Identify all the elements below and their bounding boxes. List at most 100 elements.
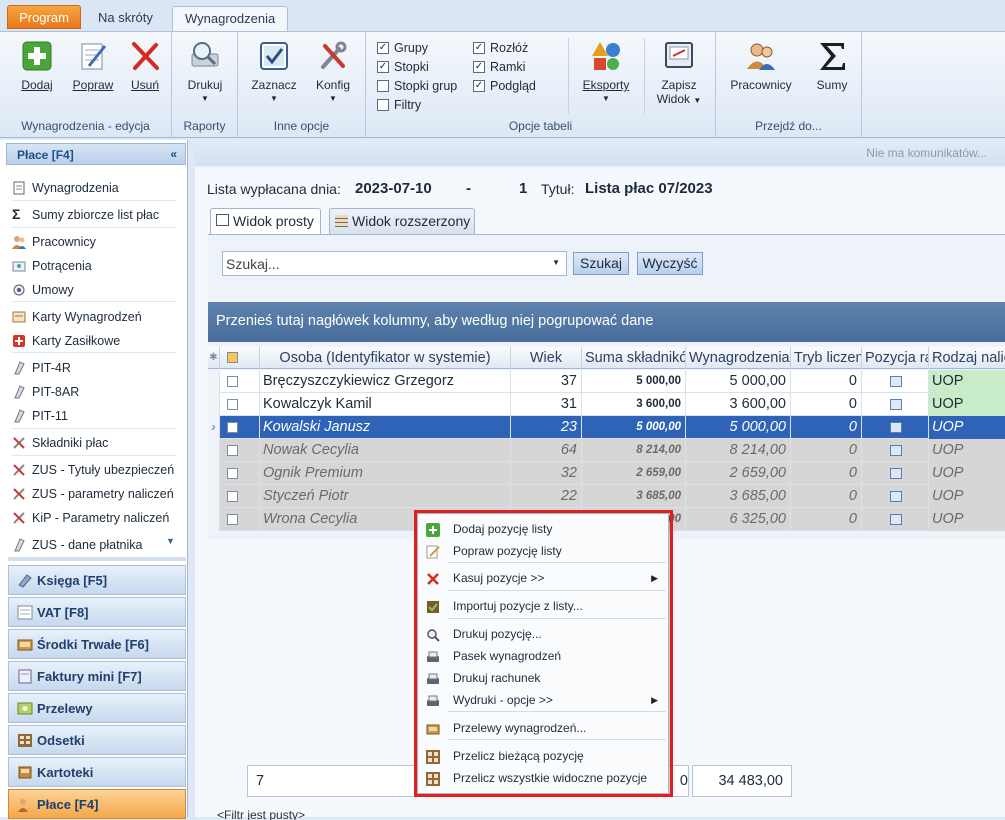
row-checkbox-cell[interactable] [220,416,260,439]
context-menu-item[interactable]: Przelewy wynagrodzeń... [418,717,668,739]
sidebar-item-zus-tytuly[interactable]: ZUS - Tytuły ubezpieczeń [12,460,174,480]
section-przelewy[interactable]: Przelewy [8,693,186,723]
context-menu-item[interactable]: Dodaj pozycję listy [418,518,668,540]
sidebar-item-umowy[interactable]: Umowy [12,280,74,300]
sidebar-item-pit-4r[interactable]: PIT-4R [12,358,71,378]
row-checkbox-cell[interactable] [220,370,260,393]
section-faktury-mini[interactable]: Faktury mini [F7] [8,661,186,691]
section-srodki-trwale[interactable]: Środki Trwałe [F6] [8,629,186,659]
context-menu-item[interactable]: Przelicz wszystkie widoczne pozycje [418,767,668,789]
save-view-button[interactable]: Zapisz Widok ▼ [648,40,710,106]
cell-position[interactable] [862,485,929,508]
row-checkbox-cell[interactable] [220,485,260,508]
context-menu-item[interactable]: Drukuj rachunek [418,667,668,689]
context-menu-item[interactable]: Przelicz bieżącą pozycję [418,745,668,767]
search-button[interactable]: Szukaj [573,252,629,275]
section-kartoteki[interactable]: Kartoteki [8,757,186,787]
header-type[interactable]: Rodzaj naliczenia [929,347,1005,369]
collapse-icon[interactable]: « [170,147,177,161]
sidebar-item-zus-platnik[interactable]: ZUS - dane płatnika [12,535,142,555]
sidebar-item-zus-parametry[interactable]: ZUS - parametry naliczeń [12,484,174,504]
table-row[interactable]: Kowalczyk Kamil 31 3 600,00 3 600,00 0 UOP [208,393,1005,416]
sidebar-item-pracownicy[interactable]: Pracownicy [12,232,96,252]
sidebar-item-karty-wynagrodzen[interactable]: Karty Wynagrodzeń [12,307,142,327]
clear-button[interactable]: Wyczyść [637,252,703,275]
employees-button[interactable]: Pracownicy [726,40,796,92]
tab-shortcuts[interactable]: Na skróty [86,6,165,32]
section-odsetki[interactable]: Odsetki [8,725,186,755]
sidebar-item-pit-11[interactable]: PIT-11 [12,406,68,426]
groups-checkbox[interactable]: ✓ Grupy [377,39,428,57]
table-row[interactable]: Nowak Cecylia 64 8 214,00 8 214,00 0 UOP [208,439,1005,462]
header-sum[interactable]: Suma składników [582,347,686,369]
list-number[interactable]: 1 [519,180,527,197]
sidebar-item-sumy[interactable]: Σ Sumy zbiorcze list płac [12,205,159,225]
row-checkbox-cell[interactable] [220,393,260,416]
print-button[interactable]: Drukuj ▼ [180,40,230,103]
edit-button[interactable]: Popraw [68,40,118,92]
sidebar-item-karty-zasilkowe[interactable]: Karty Zasiłkowe [12,331,120,351]
row-checkbox-cell[interactable] [220,508,260,531]
tab-simple-view[interactable]: Widok prosty [210,208,321,234]
checkbox-empty-icon [227,491,238,502]
mark-button[interactable]: Zaznacz ▼ [248,40,300,103]
sidebar-item-pit-8ar[interactable]: PIT-8AR [12,382,79,402]
sidebar-item-potracenia[interactable]: Potrącenia [12,256,92,276]
cell-position[interactable] [862,393,929,416]
tab-payroll[interactable]: Wynagrodzenia [172,6,289,32]
footers-checkbox[interactable]: ✓ Stopki [377,58,429,76]
table-row[interactable]: Ognik Premium 32 2 659,00 2 659,00 0 UOP [208,462,1005,485]
row-checkbox-cell[interactable] [220,462,260,485]
filters-checkbox[interactable]: Filtry [377,96,421,114]
header-mode[interactable]: Tryb liczenia [791,347,862,369]
frames-checkbox[interactable]: ✓ Ramki [473,58,525,76]
tab-program[interactable]: Program [7,5,81,29]
cell-position[interactable] [862,462,929,485]
cell-position[interactable] [862,416,929,439]
header-age[interactable]: Wiek [511,347,582,369]
search-input[interactable]: Szukaj... ▼ [222,251,567,276]
section-ksiega[interactable]: Księga [F5] [8,565,186,595]
row-checkbox-cell[interactable] [220,439,260,462]
table-row[interactable]: Styczeń Piotr 22 3 685,00 3 685,00 0 UOP [208,485,1005,508]
section-vat[interactable]: VAT [F8] [8,597,186,627]
list-title[interactable]: Lista płac 07/2023 [585,180,713,197]
add-button[interactable]: Dodaj [14,40,60,92]
sidebar-item-skladniki[interactable]: Składniki płac [12,433,108,453]
paid-date-value[interactable]: 2023-07-10 [355,180,432,197]
cell-type: UOP [929,508,1005,531]
cell-position[interactable] [862,370,929,393]
cell-position[interactable] [862,508,929,531]
preview-checkbox[interactable]: ✓ Podgląd [473,77,536,95]
context-menu-item[interactable]: Popraw pozycję listy [418,540,668,562]
tab-extended-view[interactable]: Widok rozszerzony [329,208,475,234]
group-footers-checkbox[interactable]: Stopki grup [377,77,457,95]
delete-button[interactable]: Usuń [124,40,166,92]
splitter[interactable] [8,557,186,561]
expand-checkbox[interactable]: ✓ Rozłóż [473,39,528,57]
header-salary[interactable]: Wynagrodzenia [686,347,791,369]
table-row[interactable]: › Kowalski Janusz 23 5 000,00 5 000,00 0 UOP [208,416,1005,439]
header-position[interactable]: Pozycja rachunku [862,347,929,369]
filter-status[interactable]: <Filtr jest pusty> [217,808,305,820]
context-menu-item[interactable]: Importuj pozycje z listy... [418,595,668,617]
sums-button[interactable]: Sumy [808,40,856,92]
table-row[interactable]: Bręczyszczykiewicz Grzegorz 37 5 000,00 5 0… [208,370,1005,393]
context-menu-item[interactable]: Drukuj pozycję... [418,623,668,645]
divider [12,455,176,456]
header-person[interactable]: Osoba (Identyfikator w systemie) [260,347,511,369]
sidebar-item-wynagrodzenia[interactable]: Wynagrodzenia [12,178,119,198]
config-button[interactable]: Konfig ▼ [308,40,358,103]
scroll-down-icon[interactable]: ▼ [166,536,175,546]
context-menu-item[interactable]: Wydruki - opcje >> ▶ [418,689,668,711]
context-menu-item[interactable]: Pasek wynagrodzeń [418,645,668,667]
chevron-down-icon[interactable]: ▼ [552,258,560,267]
cell-position[interactable] [862,439,929,462]
exports-button[interactable]: Eksporty ▼ [574,40,638,103]
checkbox-empty-icon [227,445,238,456]
sidebar-item-kip-parametry[interactable]: KiP - Parametry naliczeń [12,508,169,528]
context-menu-item[interactable]: Kasuj pozycje >> ▶ [418,567,668,589]
group-by-band[interactable]: Przenieś tutaj nagłówek kolumny, aby wed… [208,302,1005,342]
section-place[interactable]: Płace [F4] [8,789,186,819]
header-checkbox-cell[interactable] [220,347,260,369]
